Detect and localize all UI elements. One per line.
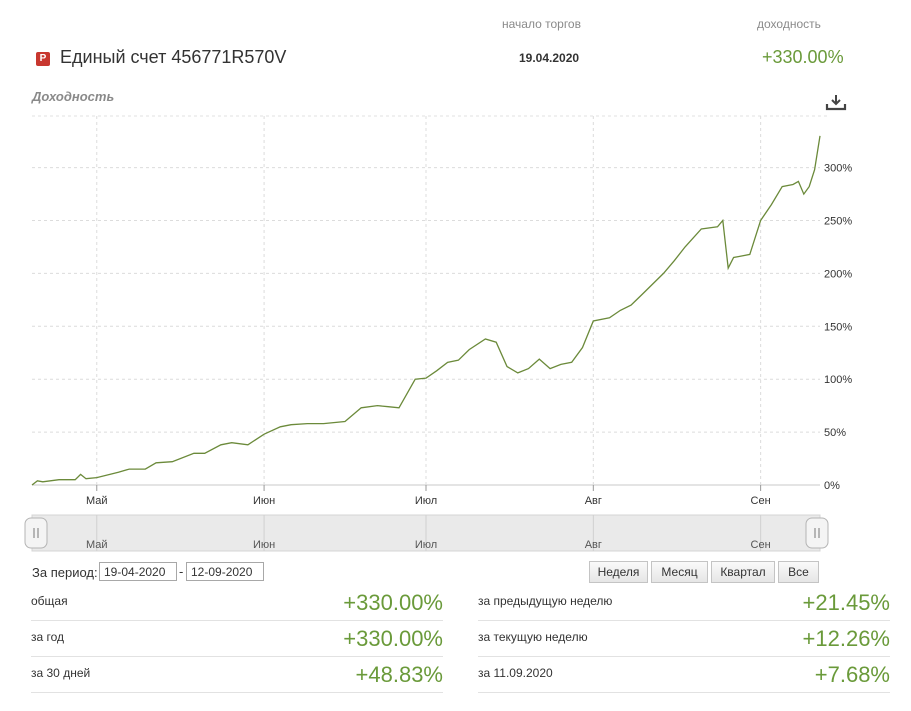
stat-value: +330.00% — [343, 590, 443, 615]
stat-row-year: за год +330.00% — [31, 626, 443, 657]
stat-value: +48.83% — [355, 662, 443, 687]
x-axis-labels: Май Июн Июл Авг Сен — [86, 495, 771, 507]
stat-value: +330.00% — [343, 626, 443, 651]
range-all-button[interactable]: Все — [778, 561, 819, 583]
navigator-handle-body — [805, 517, 829, 549]
stat-label: за 30 дней — [31, 666, 91, 680]
navigator-handle-right[interactable] — [805, 517, 829, 549]
stat-row-total: общая +330.00% — [31, 590, 443, 621]
range-month-button[interactable]: Месяц — [651, 561, 708, 583]
stat-row-current-week: за текущую неделю +12.26% — [478, 626, 890, 657]
stat-label: за 11.09.2020 — [478, 666, 553, 680]
stat-label: за текущую неделю — [478, 630, 588, 644]
y-tick-label: 250% — [824, 216, 852, 228]
y-tick-label: 50% — [824, 427, 846, 439]
stat-label: за год — [31, 630, 65, 644]
x-tick-label: Июн — [253, 495, 275, 507]
x-tick-label: Сен — [751, 495, 771, 507]
period-to-input[interactable] — [186, 562, 264, 581]
stat-label: общая — [31, 594, 68, 608]
range-week-button[interactable]: Неделя — [589, 561, 648, 583]
stat-row-date: за 11.09.2020 +7.68% — [478, 662, 890, 693]
y-tick-label: 100% — [824, 374, 852, 386]
chart-grid — [32, 115, 830, 491]
navigator-handle-left[interactable] — [24, 517, 48, 549]
y-tick-label: 300% — [824, 163, 852, 175]
period-label: За период: — [32, 565, 98, 580]
navigator-label: Май — [86, 539, 108, 551]
period-from-input[interactable] — [99, 562, 177, 581]
range-navigator: Май Июн Июл Авг Сен — [24, 514, 829, 552]
stat-label: за предыдущую неделю — [478, 594, 613, 608]
x-tick-label: Авг — [585, 495, 602, 507]
navigator-label: Авг — [585, 539, 602, 551]
y-tick-label: 200% — [824, 268, 852, 280]
stat-value: +7.68% — [814, 662, 890, 687]
range-quarter-button[interactable]: Квартал — [711, 561, 775, 583]
navigator-label: Июл — [415, 539, 437, 551]
stat-value: +12.26% — [802, 626, 890, 651]
y-axis-labels: 0% 50% 100% 150% 200% 250% 300% — [824, 163, 852, 492]
y-tick-label: 0% — [824, 480, 840, 492]
navigator-label: Сен — [751, 539, 771, 551]
stat-row-30-days: за 30 дней +48.83% — [31, 662, 443, 693]
stat-row-prev-week: за предыдущую неделю +21.45% — [478, 590, 890, 621]
x-tick-label: Май — [86, 495, 108, 507]
stat-value: +21.45% — [802, 590, 890, 615]
period-separator: - — [179, 564, 184, 579]
navigator-label: Июн — [253, 539, 275, 551]
navigator-handle-body — [24, 517, 48, 549]
x-tick-label: Июл — [415, 495, 437, 507]
y-tick-label: 150% — [824, 321, 852, 333]
